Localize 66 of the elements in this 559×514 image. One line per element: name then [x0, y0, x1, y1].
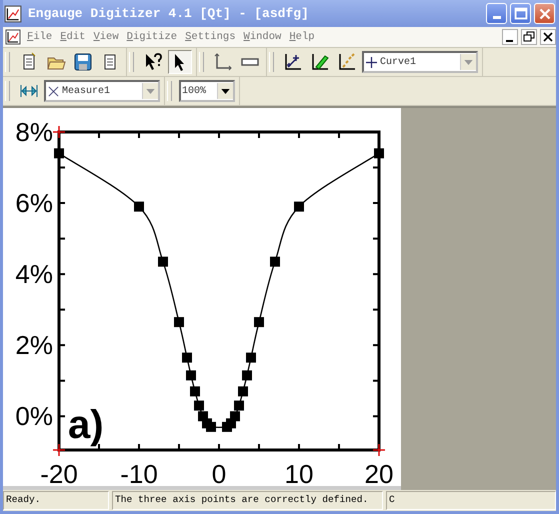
point	[54, 148, 64, 158]
point	[242, 370, 252, 380]
menu-item[interactable]: Settings	[185, 31, 236, 43]
y-tick-label: 8%	[15, 117, 53, 147]
minimize-button[interactable]	[486, 3, 507, 24]
point	[174, 317, 184, 328]
cross-icon	[48, 86, 59, 96]
point	[238, 386, 248, 396]
restore-icon[interactable]	[521, 29, 537, 45]
menu-item[interactable]: Edit	[60, 31, 86, 43]
axis-icon	[213, 52, 233, 72]
point	[206, 422, 216, 432]
y-tick-label: 4%	[15, 259, 53, 290]
x-tick-label: -10	[120, 459, 158, 486]
combo-box[interactable]: 100%	[179, 80, 235, 102]
menu-item[interactable]: View	[93, 31, 119, 43]
point	[230, 411, 240, 422]
point	[190, 386, 200, 396]
y-tick-label: 2%	[15, 330, 53, 360]
chart-icon	[5, 29, 21, 45]
point	[234, 400, 244, 411]
point	[294, 202, 304, 212]
x-tick-label: 10	[284, 459, 314, 486]
minimize-icon	[492, 16, 500, 19]
axis-point-marker	[52, 125, 66, 139]
status-text: Ready.	[3, 491, 109, 510]
x-tick-label: -20	[40, 459, 78, 486]
whats-this-icon	[143, 52, 163, 72]
combo-box[interactable]: Curve1	[362, 51, 478, 73]
menu-item[interactable]: File	[27, 31, 52, 43]
point	[254, 317, 264, 328]
x-tick-label: 20	[364, 459, 394, 486]
point	[186, 370, 196, 380]
point	[270, 256, 280, 267]
match-icon	[337, 52, 357, 72]
status-text: C	[386, 491, 556, 510]
axis-point-marker	[52, 443, 66, 457]
close-button[interactable]	[534, 3, 555, 24]
combo-box[interactable]: Measure1	[44, 80, 160, 102]
panel-label: a)	[68, 403, 104, 448]
point	[194, 400, 204, 411]
point	[246, 352, 256, 363]
point	[374, 148, 384, 158]
menu-item[interactable]: Help	[289, 31, 315, 43]
window-title: Engauge Digitizer 4.1 [Qt] - [asdfg]	[28, 6, 309, 21]
point	[182, 352, 192, 363]
menu-item[interactable]: Digitize	[126, 31, 178, 43]
y-tick-label: 0%	[15, 401, 53, 432]
segment-icon	[310, 52, 330, 72]
point	[134, 202, 144, 212]
chart-icon	[4, 4, 22, 22]
menu-item[interactable]: Window	[244, 31, 282, 43]
maximize-icon	[512, 4, 530, 22]
point	[158, 256, 168, 267]
point-icon	[283, 52, 303, 72]
dropdown-arrow-icon[interactable]	[221, 88, 230, 94]
cross-icon	[366, 56, 377, 68]
maximize-button[interactable]	[510, 3, 531, 24]
x-tick-label: 0	[212, 459, 226, 486]
axis-point-marker	[372, 443, 386, 457]
y-tick-label: 6%	[15, 188, 53, 218]
close-icon[interactable]	[540, 29, 556, 45]
select-tool-button[interactable]	[168, 50, 192, 74]
save-icon	[73, 52, 93, 72]
status-text: The three axis points are correctly defined.	[112, 491, 383, 510]
minimize-icon[interactable]	[502, 29, 518, 45]
